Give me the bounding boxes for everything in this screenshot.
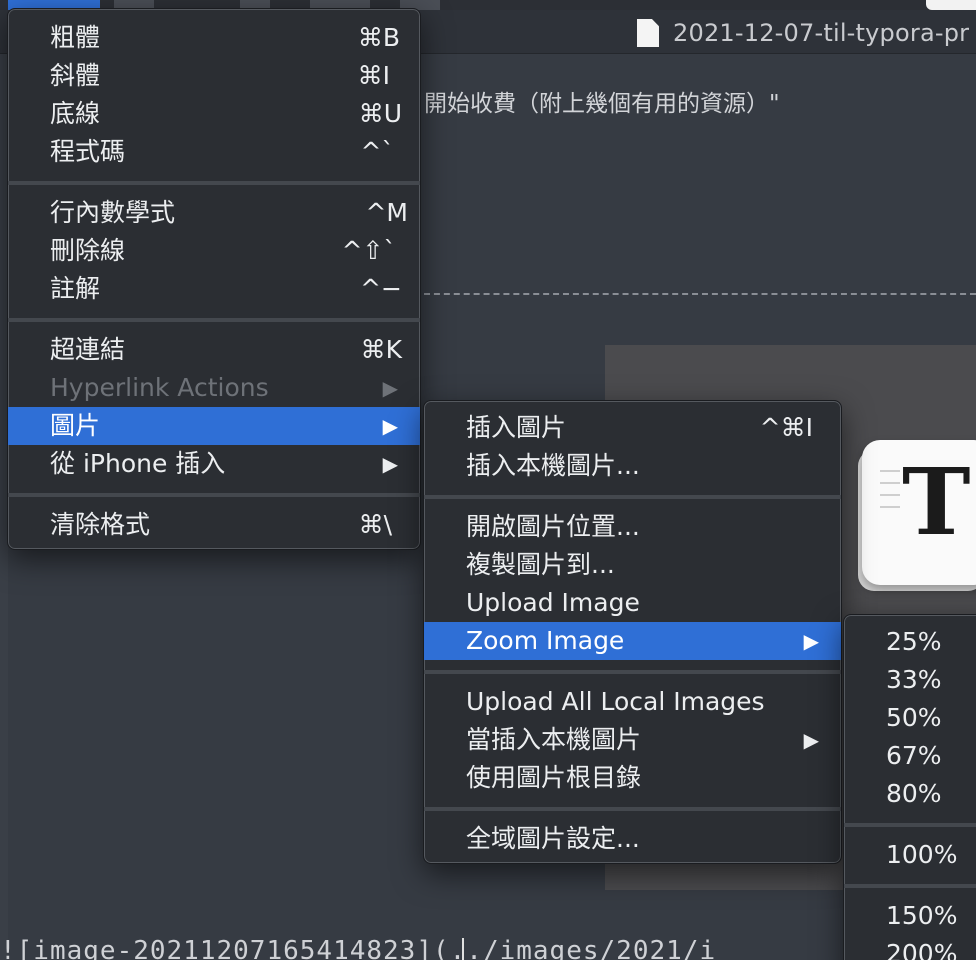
menu-item-label: 150% bbox=[886, 901, 958, 930]
chevron-right-icon: ▶ bbox=[382, 452, 398, 476]
text-caret bbox=[462, 938, 464, 960]
menu-item-zoom-200[interactable]: 200% bbox=[844, 935, 976, 960]
menu-item-zoom-25[interactable]: 25% bbox=[844, 623, 976, 661]
chevron-right-icon: ▶ bbox=[382, 414, 398, 438]
menu-shortcut: ⌘\ bbox=[358, 510, 392, 539]
menu-item-comment[interactable]: 註解 ^− bbox=[8, 270, 420, 308]
menu-item-zoom-80[interactable]: 80% bbox=[844, 775, 976, 813]
menu-item-code[interactable]: 程式碼 ^` bbox=[8, 133, 420, 171]
menu-item-label: 33% bbox=[886, 665, 942, 694]
logo-lines bbox=[880, 470, 900, 518]
menu-item-insert-local-image[interactable]: 插入本機圖片... bbox=[424, 447, 841, 485]
menu-item-hyperlink[interactable]: 超連結 ⌘K bbox=[8, 331, 420, 369]
menu-item-label: 註解 bbox=[50, 274, 101, 303]
menu-item-label: Hyperlink Actions bbox=[50, 373, 269, 402]
menu-separator bbox=[8, 493, 420, 497]
menu-item-bold[interactable]: 粗體 ⌘B bbox=[8, 19, 420, 57]
image-submenu: 插入圖片 ^⌘I 插入本機圖片... 開啟圖片位置... 複製圖片到... Up… bbox=[423, 400, 842, 864]
horizontal-rule bbox=[424, 293, 976, 295]
status-bar-icon[interactable] bbox=[926, 0, 976, 10]
menu-item-label: 行內數學式 bbox=[50, 198, 176, 227]
menu-item-label: 80% bbox=[886, 779, 942, 808]
menu-item-zoom-50[interactable]: 50% bbox=[844, 699, 976, 737]
menu-item-label: 底線 bbox=[50, 99, 101, 128]
menu-item-label: Upload All Local Images bbox=[466, 687, 765, 716]
menu-item-when-insert-local-image[interactable]: 當插入本機圖片 ▶ bbox=[424, 721, 841, 759]
format-menu: 粗體 ⌘B 斜體 ⌘I 底線 ⌘U 程式碼 ^` 行內數學式 ^M 刪除線 ^⇧… bbox=[7, 8, 421, 550]
menu-item-label: 插入圖片 bbox=[466, 413, 567, 442]
menu-item-label: 全域圖片設定... bbox=[466, 824, 640, 853]
chevron-right-icon: ▶ bbox=[803, 728, 819, 752]
menu-item-italic[interactable]: 斜體 ⌘I bbox=[8, 57, 420, 95]
menu-item-label: 清除格式 bbox=[50, 510, 151, 539]
menu-shortcut: ^M bbox=[365, 198, 408, 227]
menu-item-label: 200% bbox=[886, 939, 958, 960]
menu-item-label: 粗體 bbox=[50, 23, 101, 52]
menu-separator bbox=[424, 670, 841, 674]
menu-item-label: 複製圖片到... bbox=[466, 550, 615, 579]
zoom-submenu: 25% 33% 50% 67% 80% 100% 150% 200% bbox=[843, 614, 976, 960]
menu-item-strikethrough[interactable]: 刪除線 ^⇧` bbox=[8, 232, 420, 270]
menu-item-zoom-150[interactable]: 150% bbox=[844, 897, 976, 935]
menu-item-label: Zoom Image bbox=[466, 626, 625, 655]
menu-separator bbox=[8, 318, 420, 322]
menu-item-zoom-100[interactable]: 100% bbox=[844, 836, 976, 874]
menu-item-copy-image-to[interactable]: 複製圖片到... bbox=[424, 546, 841, 584]
menu-item-label: 67% bbox=[886, 741, 942, 770]
menu-item-label: 超連結 bbox=[50, 335, 126, 364]
menu-separator bbox=[424, 807, 841, 811]
menu-shortcut: ^⌘I bbox=[759, 413, 813, 442]
chevron-right-icon: ▶ bbox=[382, 376, 398, 400]
chevron-right-icon: ▶ bbox=[803, 629, 819, 653]
menu-item-label: 圖片 bbox=[50, 411, 101, 440]
menu-shortcut: ^⇧` bbox=[341, 236, 396, 265]
typora-logo-image: T bbox=[862, 440, 976, 585]
menu-item-zoom-33[interactable]: 33% bbox=[844, 661, 976, 699]
menu-item-label: 斜體 bbox=[50, 61, 101, 90]
menu-item-label: 25% bbox=[886, 627, 942, 656]
menu-item-image[interactable]: 圖片 ▶ bbox=[8, 407, 420, 445]
menu-separator bbox=[8, 181, 420, 185]
menu-item-clear-format[interactable]: 清除格式 ⌘\ bbox=[8, 506, 420, 544]
menu-item-label: 50% bbox=[886, 703, 942, 732]
menu-item-global-image-settings[interactable]: 全域圖片設定... bbox=[424, 820, 841, 858]
menu-item-label: 從 iPhone 插入 bbox=[50, 449, 226, 478]
menu-item-label: 刪除線 bbox=[50, 236, 126, 265]
menu-separator bbox=[844, 823, 976, 827]
document-text-line: 開始收費（附上幾個有用的資源）" bbox=[424, 91, 780, 117]
menu-item-zoom-image[interactable]: Zoom Image ▶ bbox=[424, 622, 841, 660]
menu-shortcut: ⌘K bbox=[360, 335, 402, 364]
menu-item-zoom-67[interactable]: 67% bbox=[844, 737, 976, 775]
menu-item-label: 使用圖片根目錄 bbox=[466, 763, 642, 792]
menu-item-label: 程式碼 bbox=[50, 137, 126, 166]
menu-shortcut: ⌘B bbox=[357, 23, 400, 52]
menu-item-upload-image[interactable]: Upload Image bbox=[424, 584, 841, 622]
menu-item-open-image-location[interactable]: 開啟圖片位置... bbox=[424, 508, 841, 546]
menu-item-inline-math[interactable]: 行內數學式 ^M bbox=[8, 194, 420, 232]
menu-shortcut: ^− bbox=[360, 274, 402, 303]
menu-item-hyperlink-actions[interactable]: Hyperlink Actions ▶ bbox=[8, 369, 420, 407]
menu-shortcut: ⌘I bbox=[357, 61, 390, 90]
menu-shortcut: ^` bbox=[360, 137, 394, 166]
markdown-image-source: ![image-20211207165414823](../images/202… bbox=[0, 936, 717, 960]
logo-glyph: T bbox=[902, 448, 971, 556]
menu-separator bbox=[424, 495, 841, 499]
menu-item-insert-from-iphone[interactable]: 從 iPhone 插入 ▶ bbox=[8, 445, 420, 483]
menu-item-underline[interactable]: 底線 ⌘U bbox=[8, 95, 420, 133]
window-file-title: 2021-12-07-til-typora-pr bbox=[673, 19, 970, 47]
menu-item-upload-all-local-images[interactable]: Upload All Local Images bbox=[424, 683, 841, 721]
menu-item-label: 100% bbox=[886, 840, 958, 869]
menu-item-insert-image[interactable]: 插入圖片 ^⌘I bbox=[424, 409, 841, 447]
menu-item-label: 插入本機圖片... bbox=[466, 451, 640, 480]
menu-item-label: 當插入本機圖片 bbox=[466, 725, 642, 754]
menu-item-label: 開啟圖片位置... bbox=[466, 512, 640, 541]
menu-separator bbox=[844, 884, 976, 888]
menu-item-use-image-root[interactable]: 使用圖片根目錄 bbox=[424, 759, 841, 797]
menu-item-label: Upload Image bbox=[466, 588, 640, 617]
document-icon bbox=[637, 19, 659, 47]
menu-shortcut: ⌘U bbox=[358, 99, 402, 128]
